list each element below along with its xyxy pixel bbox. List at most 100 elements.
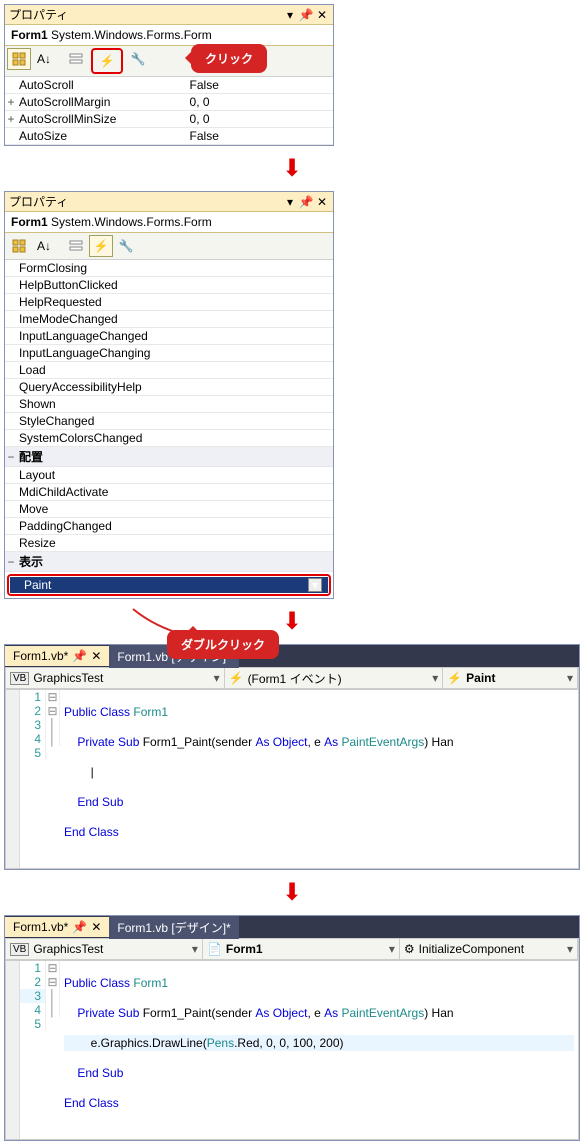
properties-button[interactable] <box>64 48 88 70</box>
line-numbers: 12345 <box>20 961 46 1139</box>
code-text[interactable]: Public Class Form1 Private Sub Form1_Pai… <box>60 690 578 868</box>
member-combo[interactable]: ⚙InitializeComponent▾ <box>400 939 578 959</box>
alphabetical-button[interactable]: A↓ <box>32 48 56 70</box>
toolbar: A↓ ⚡ 🔧 クリック <box>5 46 333 77</box>
section-header[interactable]: −配置 <box>5 447 333 467</box>
pin-icon[interactable]: 📌 <box>299 8 313 22</box>
click-bubble: クリック <box>191 44 267 73</box>
lightning-icon: ⚡ <box>447 671 462 685</box>
event-row[interactable]: SystemColorsChanged <box>5 430 333 447</box>
events-button[interactable]: ⚡ <box>95 50 119 72</box>
properties-panel-2: プロパティ ▾ 📌 ✕ Form1 System.Windows.Forms.F… <box>4 191 334 599</box>
categorized-button[interactable] <box>7 235 31 257</box>
project-combo[interactable]: VBGraphicsTest▾ <box>6 668 225 688</box>
code-area[interactable]: 12345 ⊟⊟││ Public Class Form1 Private Su… <box>5 689 579 869</box>
event-row[interactable]: Shown <box>5 396 333 413</box>
titlebar: プロパティ ▾ 📌 ✕ <box>5 5 333 25</box>
arrow-down-icon: ⬇ <box>0 150 584 187</box>
property-row[interactable]: AutoScrollFalse <box>5 77 333 94</box>
titlebar: プロパティ ▾ 📌 ✕ <box>5 192 333 212</box>
properties-button[interactable] <box>64 235 88 257</box>
margin <box>6 690 20 868</box>
chevron-down-icon: ▾ <box>192 942 198 956</box>
object-type: System.Windows.Forms.Form <box>51 215 212 229</box>
categorized-button[interactable] <box>7 48 31 70</box>
event-row[interactable]: StyleChanged <box>5 413 333 430</box>
event-row[interactable]: InputLanguageChanged <box>5 328 333 345</box>
tab-code[interactable]: Form1.vb*📌✕ <box>5 917 109 937</box>
class-combo[interactable]: ⚡(Form1 イベント)▾ <box>225 668 444 688</box>
event-row-paint[interactable]: Paint ▾ <box>10 577 328 593</box>
event-row[interactable]: Load <box>5 362 333 379</box>
pin-icon[interactable]: 📌 <box>72 920 87 934</box>
panel-title: プロパティ <box>9 6 281 23</box>
tab-design[interactable]: Form1.vb [デザイン]* <box>109 916 238 939</box>
fold-column: ⊟⊟││ <box>46 690 60 868</box>
arrow-down-icon: ⬇ <box>0 874 584 911</box>
toolbar: A↓ ⚡ 🔧 <box>5 233 333 260</box>
line-numbers: 12345 <box>20 690 46 868</box>
callout: クリック <box>191 44 267 73</box>
object-selector[interactable]: Form1 System.Windows.Forms.Form <box>5 25 333 46</box>
dropdown-icon[interactable]: ▾ <box>283 195 297 209</box>
wrench-button[interactable]: 🔧 <box>114 235 138 257</box>
property-row[interactable]: AutoSizeFalse <box>5 128 333 145</box>
event-row[interactable]: QueryAccessibilityHelp <box>5 379 333 396</box>
event-row[interactable]: MdiChildActivate <box>5 484 333 501</box>
member-combo[interactable]: ⚡Paint▾ <box>443 668 578 688</box>
chevron-down-icon: ▾ <box>214 671 220 685</box>
class-combo[interactable]: 📄Form1▾ <box>203 939 400 959</box>
event-row[interactable]: ImeModeChanged <box>5 311 333 328</box>
event-row[interactable]: Resize <box>5 535 333 552</box>
section-header[interactable]: −表示 <box>5 552 333 572</box>
property-row[interactable]: +AutoScrollMargin0, 0 <box>5 94 333 111</box>
tab-strip: Form1.vb*📌✕ Form1.vb [デザイン]* <box>5 916 579 938</box>
lightning-icon: ⚡ <box>100 54 115 68</box>
events-grid: FormClosing HelpButtonClicked HelpReques… <box>5 260 333 596</box>
code-editor-1: Form1.vb*📌✕ Form1.vb [デザイン]* VBGraphicsT… <box>4 644 580 870</box>
tab-strip: Form1.vb*📌✕ Form1.vb [デザイン]* <box>5 645 579 667</box>
close-icon[interactable]: ✕ <box>91 649 101 663</box>
code-text[interactable]: Public Class Form1 Private Sub Form1_Pai… <box>60 961 578 1139</box>
tab-code[interactable]: Form1.vb*📌✕ <box>5 646 109 666</box>
lightning-icon: ⚡ <box>94 239 109 253</box>
chevron-down-icon: ▾ <box>389 942 395 956</box>
dropdown-icon[interactable]: ▾ <box>283 8 297 22</box>
object-name: Form1 <box>11 215 48 229</box>
property-row[interactable]: +AutoScrollMinSize0, 0 <box>5 111 333 128</box>
navigation-bar: VBGraphicsTest▾ ⚡(Form1 イベント)▾ ⚡Paint▾ <box>5 667 579 689</box>
close-icon[interactable]: ✕ <box>315 195 329 209</box>
project-combo[interactable]: VBGraphicsTest▾ <box>6 939 203 959</box>
vb-icon: VB <box>10 943 29 956</box>
paint-highlight: Paint ▾ <box>7 574 331 596</box>
property-grid: AutoScrollFalse +AutoScrollMargin0, 0 +A… <box>5 77 333 145</box>
event-row[interactable]: Layout <box>5 467 333 484</box>
close-icon[interactable]: ✕ <box>315 8 329 22</box>
object-selector[interactable]: Form1 System.Windows.Forms.Form <box>5 212 333 233</box>
dropdown-button[interactable]: ▾ <box>308 578 322 592</box>
object-type: System.Windows.Forms.Form <box>51 28 212 42</box>
wrench-button[interactable]: 🔧 <box>126 48 150 70</box>
event-row[interactable]: HelpRequested <box>5 294 333 311</box>
chevron-down-icon: ▾ <box>567 671 573 685</box>
event-row[interactable]: HelpButtonClicked <box>5 277 333 294</box>
events-button[interactable]: ⚡ <box>89 235 113 257</box>
pin-icon[interactable]: 📌 <box>299 195 313 209</box>
events-button-highlight: ⚡ <box>91 48 123 74</box>
event-row[interactable]: FormClosing <box>5 260 333 277</box>
event-row[interactable]: PaddingChanged <box>5 518 333 535</box>
lightning-icon: ⚡ <box>229 671 244 685</box>
panel-title: プロパティ <box>9 193 281 210</box>
chevron-down-icon: ▾ <box>567 942 573 956</box>
class-icon: 📄 <box>207 942 222 956</box>
properties-panel-1: プロパティ ▾ 📌 ✕ Form1 System.Windows.Forms.F… <box>4 4 334 146</box>
pin-icon[interactable]: 📌 <box>72 649 87 663</box>
alphabetical-button[interactable]: A↓ <box>32 235 56 257</box>
navigation-bar: VBGraphicsTest▾ 📄Form1▾ ⚙InitializeCompo… <box>5 938 579 960</box>
event-row[interactable]: InputLanguageChanging <box>5 345 333 362</box>
doubleclick-bubble: ダブルクリック <box>167 630 279 659</box>
code-area[interactable]: 12345 ⊟⊟││ Public Class Form1 Private Su… <box>5 960 579 1140</box>
event-row[interactable]: Move <box>5 501 333 518</box>
close-icon[interactable]: ✕ <box>91 920 101 934</box>
vb-icon: VB <box>10 672 29 685</box>
